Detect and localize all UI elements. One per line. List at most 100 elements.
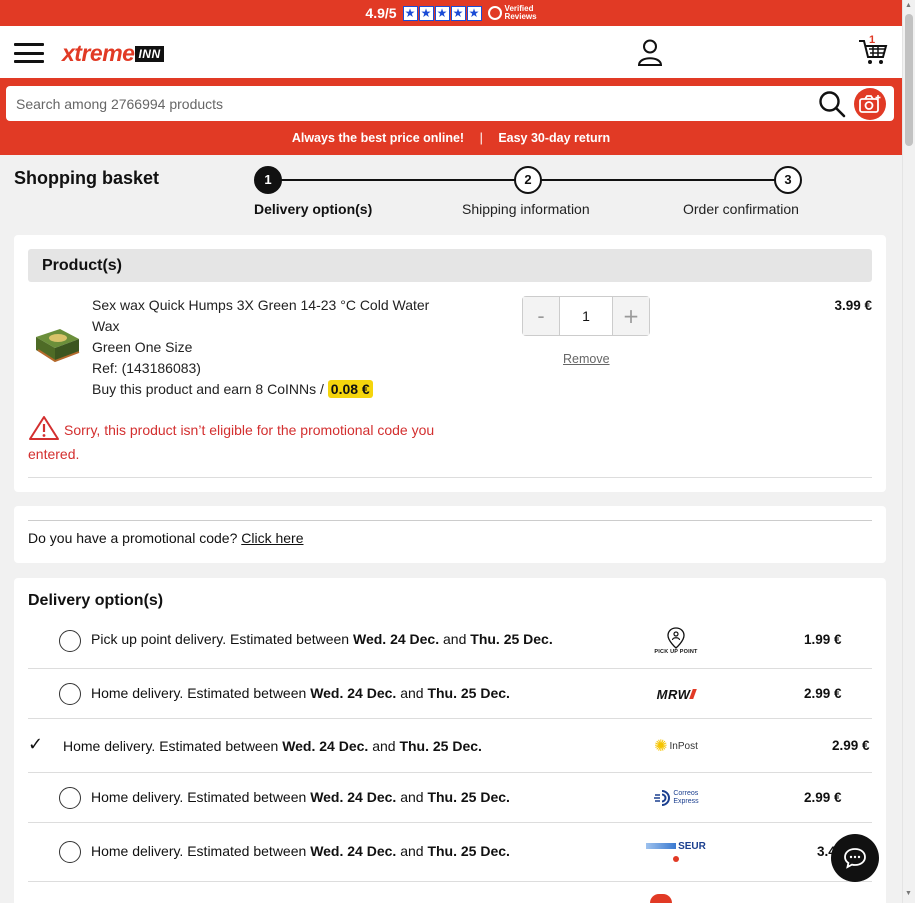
page-scrollbar[interactable]: ▲ ▼ [902,0,915,903]
delivery-prefix: Home delivery. Estimated between [91,843,307,859]
warning-text: Sorry, this product isn’t eligible for t… [28,422,435,462]
delivery-and: and [372,738,396,754]
delivery-radio[interactable] [59,841,81,863]
verified-reviews-icon [487,6,502,20]
cart-count-badge: 1 [869,34,876,46]
delivery-option-text: Home delivery. Estimated between Wed. 24… [91,789,510,805]
carrier-name: Correos Express [673,790,698,806]
carrier-name: InPost [669,740,698,752]
divider [28,477,872,478]
product-ref: Ref: (143186083) [92,360,201,376]
earn-text: Buy this product and earn 8 CoINNs / [92,381,324,397]
correos-icon [654,790,671,806]
quantity-stepper: - + [522,296,650,336]
rating-stars: ★ ★ ★ ★ ★ [402,5,482,21]
warning-icon [29,416,59,440]
delivery-option-text: Home delivery. Estimated between Wed. 24… [91,843,510,859]
delivery-and: and [400,789,424,805]
best-price-text: Always the best price online! [291,131,465,145]
carrier-name: PICK UP POINT [654,649,698,655]
easy-return-text: Easy 30-day return [498,131,611,145]
delivery-prefix: Home delivery. Estimated between [91,789,307,805]
carrier-logo-mrw: MRW [636,679,716,709]
product-info: Sex wax Quick Humps 3X Green 14-23 °C Co… [92,295,452,400]
carrier-name-line-1: Correos [673,790,699,797]
delivery-date-start: Wed. 24 Dec. [310,843,397,859]
delivery-and: and [400,685,424,701]
delivery-price: 1.99 € [804,632,842,647]
product-earn-line: Buy this product and earn 8 CoINNs / 0.0… [92,379,452,400]
user-icon[interactable] [636,38,664,66]
step-2-number: 2 [514,166,542,194]
carrier-logo-inpost: ✺ InPost [636,731,716,761]
promo-code-link[interactable]: Click here [241,530,303,546]
sun-icon: ✺ [654,738,668,755]
scroll-up-arrow-icon[interactable]: ▲ [905,2,912,9]
site-header: xtreme INN 1 [0,26,902,78]
search-area: Always the best price online! | Easy 30-… [0,78,902,155]
search-input[interactable] [6,86,806,121]
camera-search-button[interactable] [854,88,886,120]
product-name[interactable]: Sex wax Quick Humps 3X Green 14-23 °C Co… [92,295,452,337]
delivery-date-start: Wed. 24 Dec. [310,789,397,805]
decrease-quantity-button[interactable]: - [523,297,559,335]
promo-code-line: Do you have a promotional code? Click he… [28,530,304,546]
star-icon: ★ [434,5,450,21]
delivery-date-start: Wed. 24 Dec. [353,631,440,647]
verified-line-2: Reviews [504,12,537,21]
rating-score: 4.9/5 [365,5,397,21]
delivery-radio[interactable] [59,630,81,652]
delivery-date-end: Thu. 25 Dec. [399,738,482,754]
products-header: Product(s) [28,249,872,282]
scroll-down-arrow-icon[interactable]: ▼ [905,890,912,897]
delivery-date-end: Thu. 25 Dec. [470,631,553,647]
chat-button[interactable] [831,834,879,882]
delivery-date-start: Wed. 24 Dec. [310,685,397,701]
delivery-date-end: Thu. 25 Dec. [427,789,510,805]
rating-bar: 4.9/5 ★ ★ ★ ★ ★ Verified Reviews [0,0,902,26]
promo-code-question: Do you have a promotional code? [28,530,238,546]
site-logo[interactable]: xtreme INN [62,40,164,67]
quantity-input[interactable] [559,297,613,335]
product-image[interactable] [32,323,82,367]
divider [28,520,872,521]
delivery-radio[interactable] [59,787,81,809]
remove-product-link[interactable]: Remove [563,352,610,366]
delivery-option-text: Home delivery. Estimated between Wed. 24… [63,738,482,754]
coin-value-badge: 0.08 € [327,380,373,398]
star-icon: ★ [418,5,434,21]
verified-reviews-badge[interactable]: Verified Reviews [487,5,537,21]
delivery-option-pickup[interactable]: Pick up point delivery. Estimated betwee… [28,614,872,669]
seur-wordmark: SEUR [646,841,706,852]
promo-separator: | [479,131,483,145]
pickup-pin-icon [667,627,685,649]
delivery-and: and [443,631,467,647]
delivery-option-inpost[interactable]: ✓ Home delivery. Estimated between Wed. … [28,719,872,773]
delivery-option-seur[interactable]: Home delivery. Estimated between Wed. 24… [28,823,872,882]
delivery-date-end: Thu. 25 Dec. [427,685,510,701]
scrollbar-thumb[interactable] [905,14,913,146]
logo-suffix-text: INN [135,45,164,62]
star-icon: ★ [402,5,418,21]
star-icon: ★ [466,5,482,21]
step-3-label: Order confirmation [683,201,799,217]
step-1-label: Delivery option(s) [254,201,373,217]
chat-icon [844,848,866,869]
carrier-logo-correos: Correos Express [636,783,716,813]
carrier-name-line-2: Express [673,798,699,805]
search-icon[interactable] [818,90,846,118]
camera-icon [859,95,881,113]
step-2-label: Shipping information [462,201,590,217]
increase-quantity-button[interactable]: + [613,297,649,335]
products-card: Product(s) Sex wax Quick Humps 3X Green … [14,235,886,492]
delivery-radio[interactable] [59,683,81,705]
delivery-option-text: Pick up point delivery. Estimated betwee… [91,631,553,647]
delivery-option-mrw[interactable]: Home delivery. Estimated between Wed. 24… [28,669,872,719]
delivery-prefix: Home delivery. Estimated between [91,685,307,701]
delivery-option-correos[interactable]: Home delivery. Estimated between Wed. 24… [28,773,872,823]
logo-main-text: xtreme [62,40,135,66]
next-carrier-logo [650,894,672,903]
carrier-logo-pickup: PICK UP POINT [636,623,716,659]
seur-dot [673,855,679,862]
menu-icon[interactable] [14,43,44,63]
